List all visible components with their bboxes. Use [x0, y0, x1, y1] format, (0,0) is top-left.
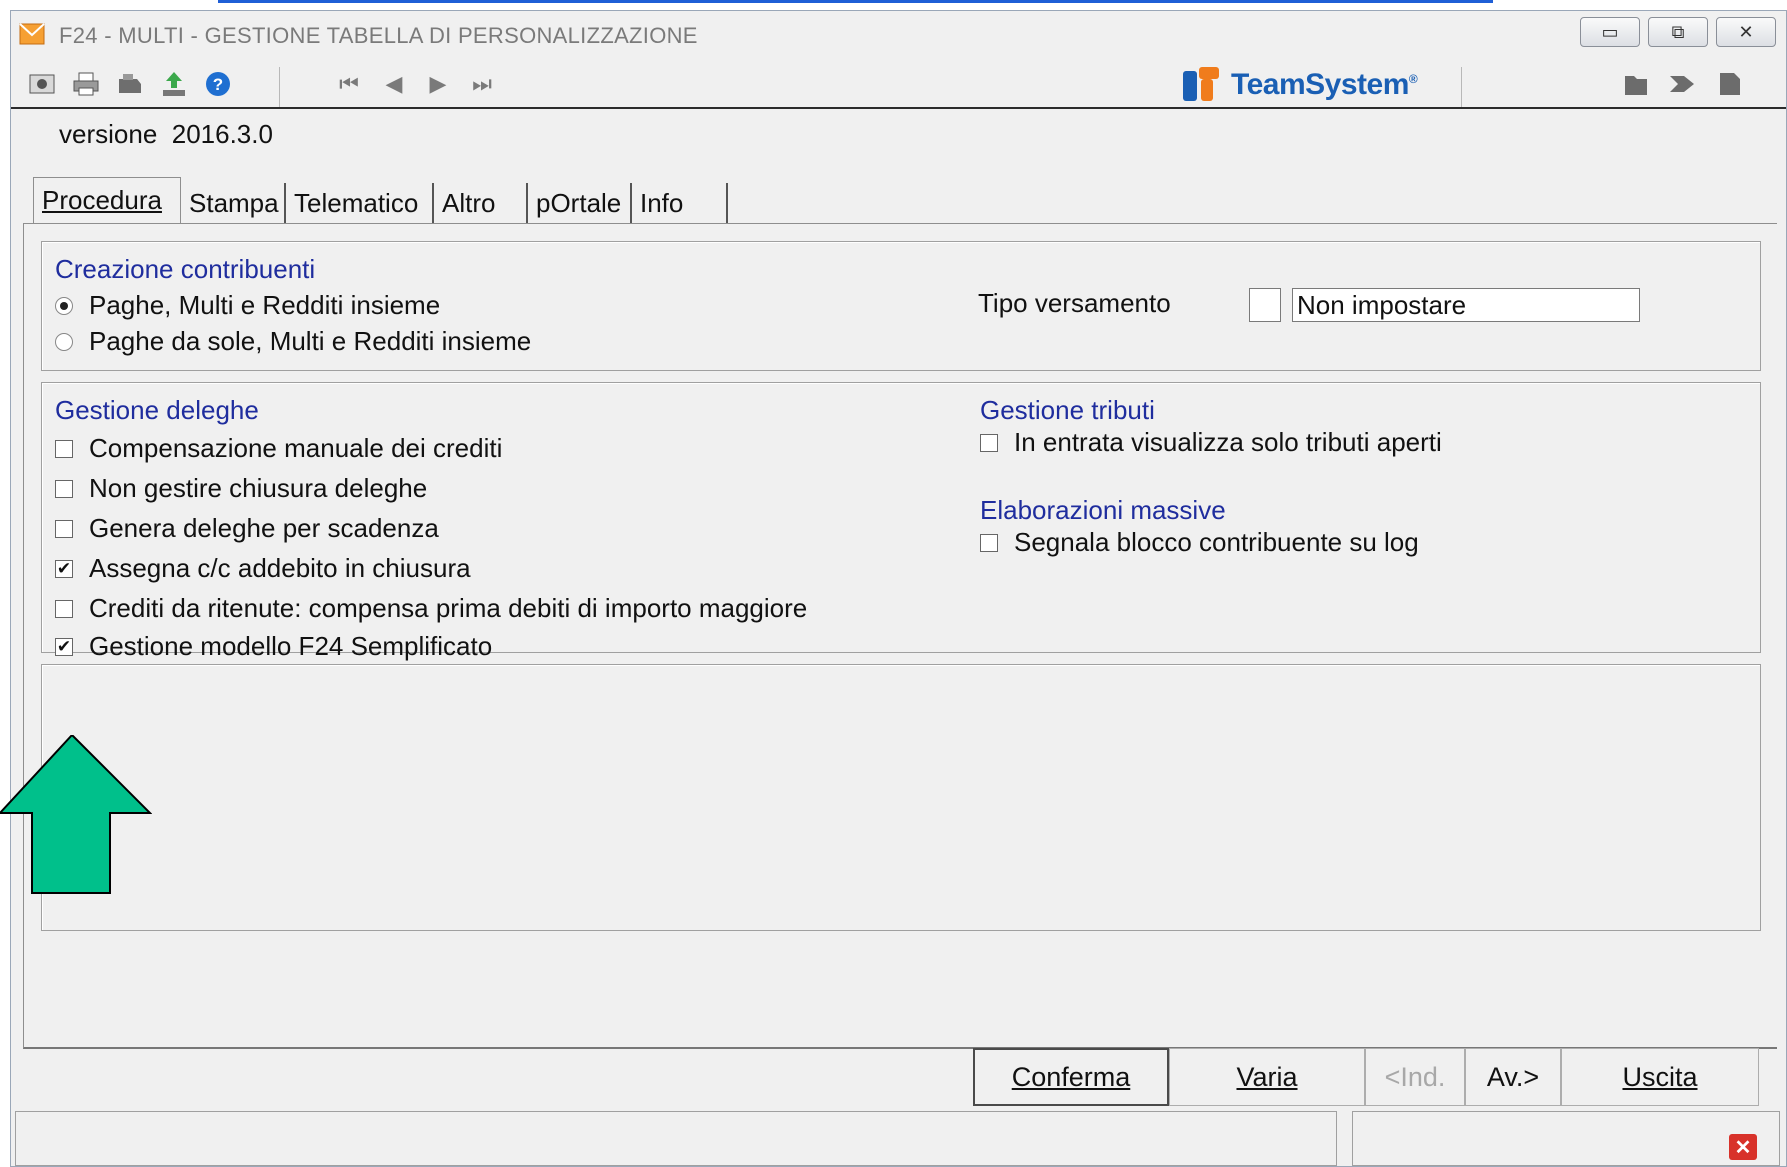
status-pane-right: ✕ — [1352, 1111, 1780, 1166]
group-title-massive: Elaborazioni massive — [980, 495, 1226, 525]
radio-selected-icon[interactable] — [55, 296, 73, 315]
close-button[interactable]: ✕ — [1716, 17, 1776, 47]
status-bar: ✕ — [15, 1111, 1780, 1166]
window-title: F24 - MULTI - GESTIONE TABELLA DI PERSON… — [59, 23, 698, 48]
first-record-icon[interactable]: ⏮ — [334, 69, 364, 99]
radio-paghe-multi-redditi[interactable]: Paghe, Multi e Redditi insieme — [55, 290, 440, 321]
toolbar: ? ⏮ ◀ ▶ ⏭ TeamSystem® — [11, 59, 1786, 109]
checkbox-assegna-cc-addebito[interactable]: ✔ Assegna c/c addebito in chiusura — [55, 553, 471, 584]
radio-paghe-da-sole[interactable]: Paghe da sole, Multi e Redditi insieme — [55, 326, 531, 357]
group-title-deleghe: Gestione deleghe — [55, 395, 259, 425]
tab-portale[interactable]: pOrtale — [528, 183, 632, 223]
tab-telematico[interactable]: Telematico — [286, 183, 434, 223]
checkbox-crediti-da-ritenute[interactable]: Crediti da ritenute: compensa prima debi… — [55, 593, 807, 624]
uscita-button[interactable]: Uscita — [1561, 1048, 1759, 1106]
checkbox-unchecked-icon[interactable] — [55, 519, 73, 538]
previous-button[interactable]: <Ind. — [1365, 1048, 1465, 1106]
error-close-icon[interactable]: ✕ — [1729, 1134, 1757, 1160]
group-title-tributi: Gestione tributi — [980, 395, 1155, 425]
annotation-arrow-icon — [0, 735, 152, 894]
group-title-creazione: Creazione contribuenti — [55, 254, 316, 284]
app-icon — [19, 23, 45, 45]
brand-name: TeamSystem® — [1231, 68, 1418, 101]
group-gestione-deleghe: Gestione deleghe Compensazione manuale d… — [41, 382, 1761, 661]
tab-stampa[interactable]: Stampa — [181, 183, 286, 223]
tipo-versamento-description-field[interactable]: Non impostare — [1292, 288, 1640, 322]
empty-group-box — [41, 664, 1761, 931]
folder-icon[interactable] — [1621, 69, 1651, 99]
svg-text:?: ? — [213, 75, 223, 94]
checkbox-tributi-aperti[interactable]: In entrata visualizza solo tributi apert… — [980, 427, 1442, 458]
checkbox-compensazione-manuale[interactable]: Compensazione manuale dei crediti — [55, 433, 502, 464]
forward-icon[interactable] — [1667, 69, 1697, 99]
next-record-icon[interactable]: ▶ — [423, 69, 453, 99]
group-creazione-contribuenti: Creazione contribuenti Paghe, Multi e Re… — [41, 241, 1761, 371]
checkbox-checked-icon[interactable]: ✔ — [55, 637, 73, 656]
print-icon[interactable] — [71, 69, 101, 99]
checkbox-genera-deleghe-scadenza[interactable]: Genera deleghe per scadenza — [55, 513, 439, 544]
fax-icon[interactable] — [115, 69, 145, 99]
checkbox-segnala-blocco[interactable]: Segnala blocco contribuente su log — [980, 527, 1419, 558]
checkbox-non-gestire-chiusura[interactable]: Non gestire chiusura deleghe — [55, 473, 427, 504]
tipo-versamento-label: Tipo versamento — [978, 288, 1171, 318]
version-label: versione 2016.3.0 — [59, 119, 273, 149]
checkbox-unchecked-icon[interactable] — [55, 439, 73, 458]
checkbox-unchecked-icon[interactable] — [55, 479, 73, 498]
preview-icon[interactable] — [27, 69, 57, 99]
help-icon[interactable]: ? — [203, 69, 233, 99]
restore-button[interactable]: ⧉ — [1648, 17, 1708, 47]
previous-record-icon[interactable]: ◀ — [379, 69, 409, 99]
last-record-icon[interactable]: ⏭ — [467, 69, 497, 99]
title-bar: F24 - MULTI - GESTIONE TABELLA DI PERSON… — [11, 11, 1786, 59]
conferma-button[interactable]: Conferma — [973, 1048, 1169, 1106]
tab-procedura[interactable]: Procedura — [33, 177, 181, 223]
export-icon[interactable] — [159, 69, 189, 99]
minimize-button[interactable]: ▭ — [1580, 17, 1640, 47]
tab-panel-procedura: Creazione contribuenti Paghe, Multi e Re… — [23, 223, 1777, 1049]
tab-info[interactable]: Info — [632, 183, 728, 223]
teamsystem-logo: TeamSystem® — [1181, 65, 1418, 105]
top-accent-line — [218, 0, 1493, 3]
document-icon[interactable] — [1715, 69, 1745, 99]
radio-unselected-icon[interactable] — [55, 332, 73, 351]
varia-button[interactable]: Varia — [1169, 1048, 1365, 1106]
tipo-versamento-code-field[interactable] — [1249, 288, 1281, 322]
teamsystem-logo-icon — [1183, 67, 1219, 101]
checkbox-unchecked-icon[interactable] — [55, 599, 73, 618]
checkbox-unchecked-icon[interactable] — [980, 533, 998, 552]
next-button[interactable]: Av.> — [1465, 1048, 1561, 1106]
app-window: F24 - MULTI - GESTIONE TABELLA DI PERSON… — [10, 10, 1787, 1167]
checkbox-checked-icon[interactable]: ✔ — [55, 559, 73, 578]
tab-altro[interactable]: Altro — [434, 183, 528, 223]
status-pane-left — [15, 1111, 1337, 1166]
checkbox-f24-semplificato[interactable]: ✔ Gestione modello F24 Semplificato — [55, 631, 492, 662]
checkbox-unchecked-icon[interactable] — [980, 433, 998, 452]
